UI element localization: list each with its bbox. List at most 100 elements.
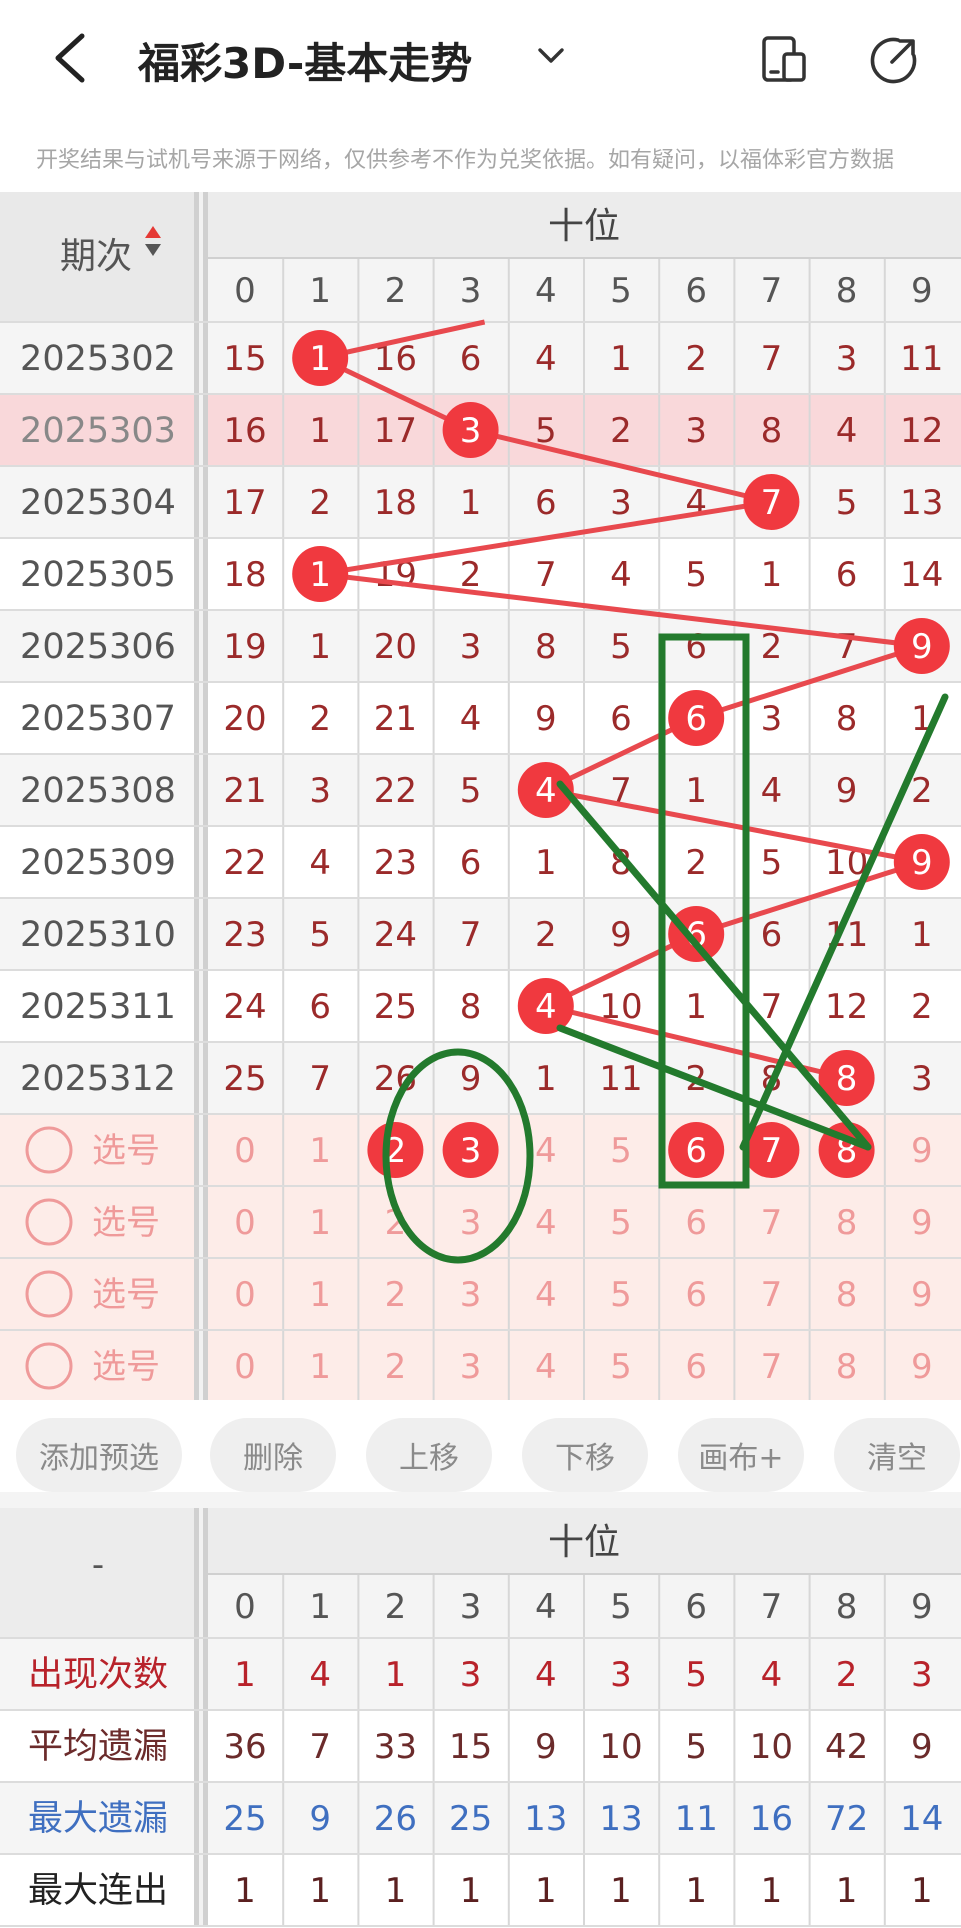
select-digit[interactable]: 3 bbox=[460, 1203, 482, 1243]
select-digit[interactable]: 5 bbox=[610, 1347, 632, 1387]
select-digit[interactable]: 9 bbox=[911, 1347, 933, 1387]
select-digit[interactable]: 9 bbox=[911, 1203, 933, 1243]
select-digit[interactable]: 6 bbox=[685, 1347, 707, 1387]
select-label: 选号 bbox=[92, 1131, 160, 1171]
miss-count: 2 bbox=[610, 411, 632, 451]
stats-value: 10 bbox=[599, 1727, 642, 1767]
select-digit[interactable]: 1 bbox=[309, 1131, 331, 1171]
stats-digit-header: 8 bbox=[836, 1587, 858, 1627]
column-divider-inner bbox=[199, 1508, 203, 1926]
select-digit[interactable]: 2 bbox=[385, 1275, 407, 1315]
stats-value: 15 bbox=[449, 1727, 492, 1767]
stats-value: 1 bbox=[761, 1871, 783, 1911]
select-digit[interactable]: 5 bbox=[610, 1275, 632, 1315]
select-digit[interactable]: 4 bbox=[535, 1131, 557, 1171]
selected-ball-number: 7 bbox=[761, 1131, 783, 1171]
select-digit[interactable]: 0 bbox=[234, 1275, 256, 1315]
select-digit[interactable]: 0 bbox=[234, 1203, 256, 1243]
select-digit[interactable]: 7 bbox=[761, 1347, 783, 1387]
share-icon[interactable] bbox=[868, 34, 920, 86]
select-label: 选号 bbox=[92, 1203, 160, 1243]
select-digit[interactable]: 9 bbox=[911, 1131, 933, 1171]
miss-count: 6 bbox=[836, 555, 858, 595]
miss-count: 2 bbox=[911, 771, 933, 811]
select-digit[interactable]: 8 bbox=[836, 1275, 858, 1315]
stats-value: 7 bbox=[309, 1727, 331, 1767]
miss-count: 1 bbox=[309, 411, 331, 451]
select-digit[interactable]: 8 bbox=[836, 1347, 858, 1387]
select-digit[interactable]: 7 bbox=[761, 1203, 783, 1243]
select-digit[interactable]: 1 bbox=[309, 1275, 331, 1315]
select-digit[interactable]: 5 bbox=[610, 1203, 632, 1243]
select-digit[interactable]: 7 bbox=[761, 1275, 783, 1315]
select-digit[interactable]: 6 bbox=[685, 1275, 707, 1315]
select-digit[interactable]: 2 bbox=[385, 1347, 407, 1387]
stats-value: 4 bbox=[309, 1655, 331, 1695]
select-digit[interactable]: 5 bbox=[610, 1131, 632, 1171]
digit-header: 1 bbox=[309, 271, 331, 311]
miss-count: 11 bbox=[900, 339, 943, 379]
stats-label: 最大连出 bbox=[28, 1871, 168, 1911]
stats-value: 1 bbox=[234, 1871, 256, 1911]
action-button-3[interactable]: 下移 bbox=[522, 1418, 648, 1492]
stats-value: 3 bbox=[911, 1655, 933, 1695]
hit-ball-number: 1 bbox=[309, 555, 331, 595]
miss-count: 6 bbox=[309, 987, 331, 1027]
action-button-0[interactable]: 添加预选 bbox=[16, 1418, 182, 1492]
miss-count: 2 bbox=[309, 483, 331, 523]
period-header[interactable]: 期次 bbox=[60, 236, 132, 277]
device-layout-icon[interactable] bbox=[758, 34, 810, 86]
stats-digit-header: 2 bbox=[385, 1587, 407, 1627]
miss-count: 9 bbox=[460, 1059, 482, 1099]
action-button-2[interactable]: 上移 bbox=[366, 1418, 492, 1492]
select-digit[interactable]: 1 bbox=[309, 1203, 331, 1243]
period-number: 2025303 bbox=[20, 411, 176, 451]
miss-count: 25 bbox=[223, 1059, 266, 1099]
page-title[interactable]: 福彩3D-基本走势 bbox=[138, 30, 472, 91]
column-divider-inner bbox=[199, 192, 203, 1400]
stats-value: 13 bbox=[599, 1799, 642, 1839]
miss-count: 1 bbox=[309, 627, 331, 667]
stats-value: 14 bbox=[900, 1799, 943, 1839]
miss-count: 17 bbox=[223, 483, 266, 523]
chevron-left-icon[interactable] bbox=[48, 28, 92, 88]
disclaimer-notice: 开奖结果与试机号来源于网络，仅供参考不作为兑奖依据。如有疑问，以福体彩官方数据 bbox=[36, 148, 895, 173]
action-button-4[interactable]: 画布+ bbox=[678, 1418, 804, 1492]
select-digit[interactable]: 4 bbox=[535, 1275, 557, 1315]
select-digit[interactable]: 8 bbox=[836, 1203, 858, 1243]
miss-count: 23 bbox=[223, 915, 266, 955]
stats-value: 26 bbox=[374, 1799, 417, 1839]
action-button-1[interactable]: 删除 bbox=[210, 1418, 336, 1492]
stats-table: - 十位 0 1 2 3 4 5 6 7 8 9 出现次数 1 4 1 3 4 3 5 4 2 3 平均遗漏 36 7 33 15 9 1… bbox=[0, 1508, 961, 1928]
stats-label: 最大遗漏 bbox=[28, 1799, 168, 1839]
select-digit[interactable]: 4 bbox=[535, 1203, 557, 1243]
miss-count: 7 bbox=[761, 339, 783, 379]
miss-count: 6 bbox=[535, 483, 557, 523]
miss-count: 6 bbox=[460, 339, 482, 379]
trend-table: 期次 十位 0 1 2 3 4 5 6 7 8 9 2025302 15 16 6 4 1 2 7 3 11 2025303… bbox=[0, 192, 961, 1400]
period-number: 2025305 bbox=[20, 555, 176, 595]
stats-digit-header: 3 bbox=[460, 1587, 482, 1627]
select-digit[interactable]: 6 bbox=[685, 1203, 707, 1243]
miss-count: 22 bbox=[374, 771, 417, 811]
stats-label: 平均遗漏 bbox=[28, 1727, 168, 1767]
header-bar: 福彩3D-基本走势 bbox=[0, 0, 961, 120]
select-digit[interactable]: 1 bbox=[309, 1347, 331, 1387]
digit-header: 9 bbox=[911, 271, 933, 311]
miss-count: 3 bbox=[685, 411, 707, 451]
select-digit[interactable]: 0 bbox=[234, 1347, 256, 1387]
stats-value: 1 bbox=[535, 1871, 557, 1911]
group-header: 十位 bbox=[548, 206, 620, 247]
action-button-5[interactable]: 清空 bbox=[834, 1418, 960, 1492]
select-digit[interactable]: 9 bbox=[911, 1275, 933, 1315]
select-digit[interactable]: 4 bbox=[535, 1347, 557, 1387]
select-label: 选号 bbox=[92, 1347, 160, 1387]
select-digit[interactable]: 0 bbox=[234, 1131, 256, 1171]
chevron-down-icon[interactable] bbox=[536, 44, 566, 68]
select-digit[interactable]: 3 bbox=[460, 1347, 482, 1387]
hit-ball-number: 9 bbox=[911, 843, 933, 883]
miss-count: 1 bbox=[685, 771, 707, 811]
stats-value: 3 bbox=[610, 1655, 632, 1695]
select-digit[interactable]: 3 bbox=[460, 1275, 482, 1315]
hit-ball-number: 9 bbox=[911, 627, 933, 667]
